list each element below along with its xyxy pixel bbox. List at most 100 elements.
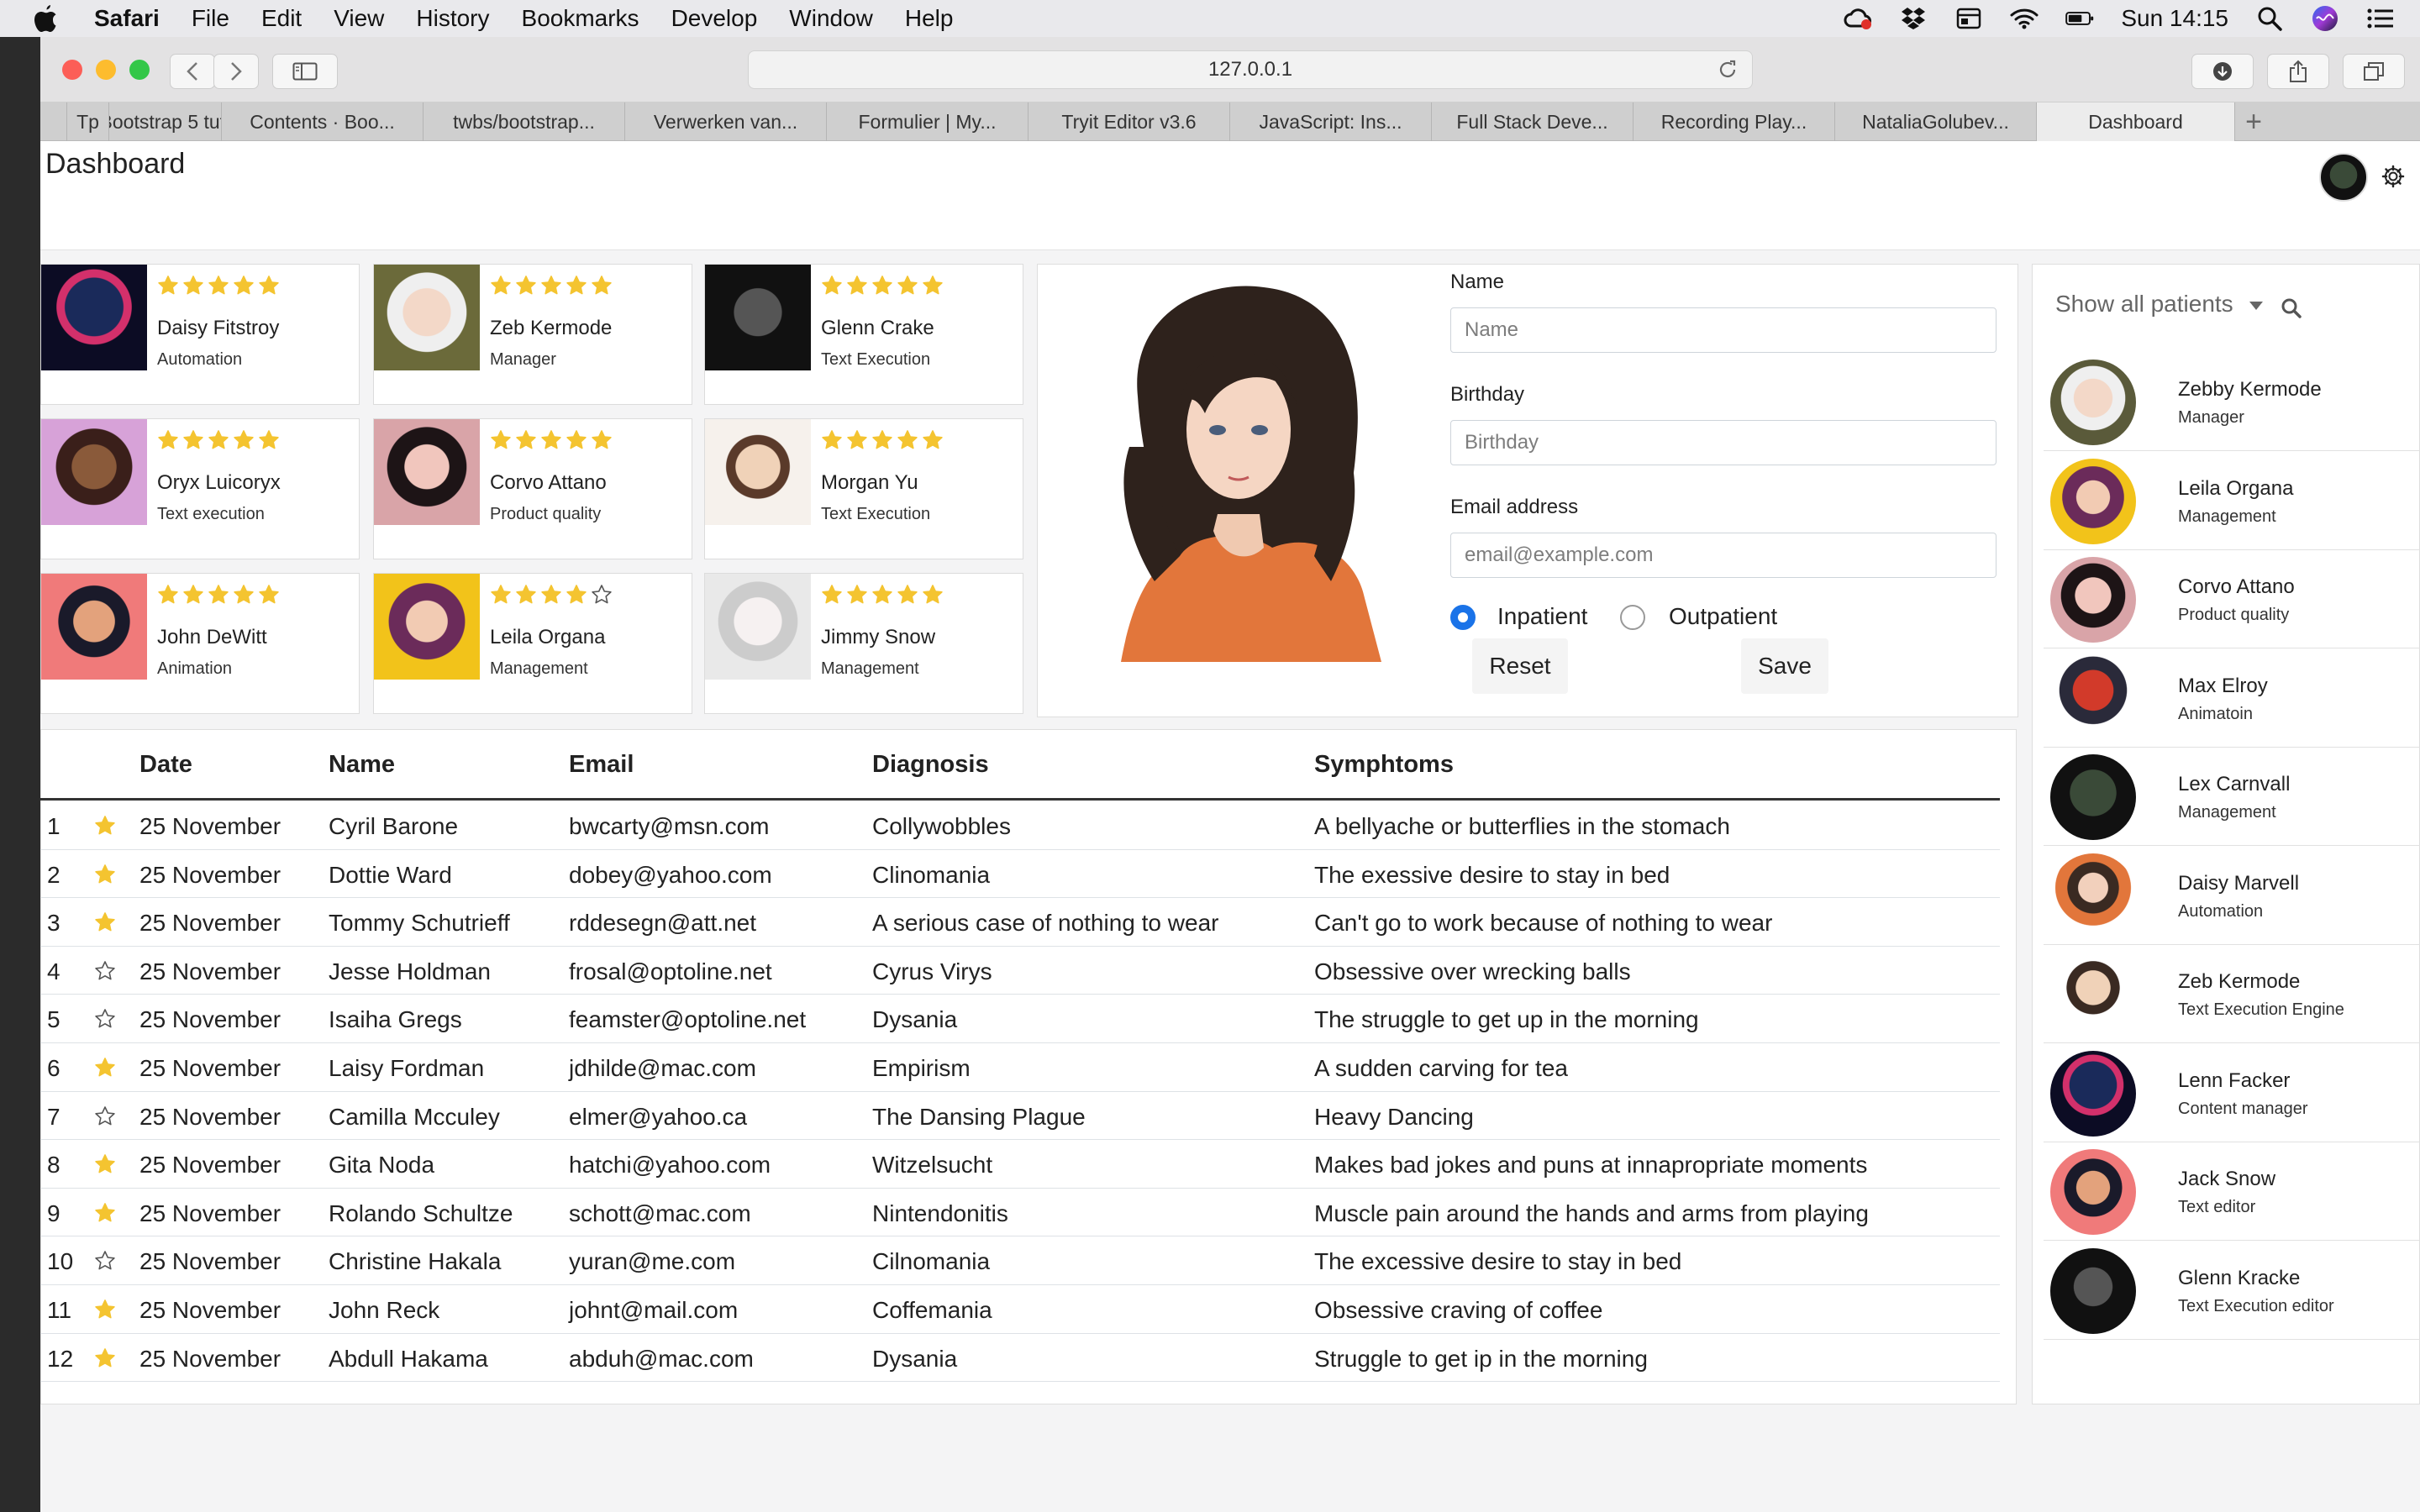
favorite-toggle[interactable]: [94, 1347, 116, 1375]
patient-list-item[interactable]: Jack Snow Text editor: [2044, 1142, 2420, 1241]
tab-pinned[interactable]: [40, 102, 67, 141]
caret-down-icon[interactable]: [2249, 301, 2264, 311]
patient-list-item[interactable]: Daisy Marvell Automation: [2044, 847, 2420, 945]
table-row[interactable]: 1 25 November Cyril Barone bwcarty@msn.com C…: [40, 801, 2000, 850]
tab-tp[interactable]: Tp: [67, 102, 109, 141]
patient-list-item[interactable]: Lex Carnvall Management: [2044, 748, 2420, 846]
back-button[interactable]: [170, 54, 215, 89]
siri-icon[interactable]: [2311, 6, 2339, 31]
patient-list-item[interactable]: Zeb Kermode Text Execution Engine: [2044, 945, 2420, 1043]
search-icon[interactable]: [2255, 6, 2284, 31]
menu-develop[interactable]: Develop: [671, 5, 758, 32]
show-tabs-button[interactable]: [2343, 54, 2405, 89]
employee-card[interactable]: Zeb Kermode Manager: [373, 264, 692, 405]
table-row[interactable]: 12 25 November Abdull Hakama abduh@mac.com D…: [40, 1334, 2000, 1383]
user-avatar[interactable]: [2319, 153, 2368, 202]
menu-bookmarks[interactable]: Bookmarks: [522, 5, 639, 32]
close-window-button[interactable]: [62, 60, 82, 80]
outpatient-label[interactable]: Outpatient: [1669, 603, 1777, 630]
favorite-toggle[interactable]: [94, 960, 116, 988]
creative-cloud-icon[interactable]: [1844, 6, 1872, 31]
table-row[interactable]: 5 25 November Isaiha Gregs feamster@optolin…: [40, 995, 2000, 1043]
inpatient-label[interactable]: Inpatient: [1497, 603, 1587, 630]
menu-file[interactable]: File: [192, 5, 229, 32]
table-row[interactable]: 6 25 November Laisy Fordman jdhilde@mac.com…: [40, 1043, 2000, 1092]
tab-twbs-bootstrap[interactable]: twbs/bootstrap...: [424, 102, 625, 141]
dropbox-icon[interactable]: [1899, 6, 1928, 31]
employee-card[interactable]: Leila Organa Management: [373, 573, 692, 714]
menu-edit[interactable]: Edit: [261, 5, 302, 32]
search-icon[interactable]: [2281, 297, 2302, 319]
window-manager-icon[interactable]: [1954, 6, 1983, 31]
tab-tryit-editor[interactable]: Tryit Editor v3.6: [1028, 102, 1230, 141]
favorite-toggle[interactable]: [94, 1153, 116, 1181]
patient-list-item[interactable]: Glenn Kracke Text Execution editor: [2044, 1242, 2420, 1340]
menu-list-icon[interactable]: [2366, 6, 2395, 31]
birthday-input[interactable]: [1450, 420, 1996, 465]
table-row[interactable]: 10 25 November Christine Hakala yuran@me.co…: [40, 1236, 2000, 1285]
menu-app-safari[interactable]: Safari: [94, 5, 160, 32]
tab-javascript-ins[interactable]: JavaScript: Ins...: [1230, 102, 1432, 141]
sidebar-toggle-button[interactable]: [272, 54, 338, 89]
clock[interactable]: Sun 14:15: [2121, 5, 2228, 32]
tab-recording-play[interactable]: Recording Play...: [1634, 102, 1835, 141]
table-row[interactable]: 7 25 November Camilla Mcculey elmer@yahoo.c…: [40, 1092, 2000, 1141]
patient-list-item[interactable]: Zebby Kermode Manager: [2044, 353, 2420, 451]
employee-card[interactable]: John DeWitt Animation: [40, 573, 360, 714]
favorite-toggle[interactable]: [94, 1299, 116, 1326]
email-input[interactable]: [1450, 533, 1996, 578]
show-all-patients-dropdown[interactable]: Show all patients: [2055, 291, 2233, 318]
table-row[interactable]: 3 25 November Tommy Schutrieff rddesegn@att…: [40, 898, 2000, 947]
favorite-toggle[interactable]: [94, 815, 116, 843]
tab-bootstrap-tut[interactable]: Bootstrap 5 tut.: [109, 102, 222, 141]
patient-list-item[interactable]: Leila Organa Management: [2044, 452, 2420, 550]
employee-card[interactable]: Morgan Yu Text Execution: [704, 418, 1023, 559]
menu-view[interactable]: View: [334, 5, 384, 32]
favorite-toggle[interactable]: [94, 1057, 116, 1084]
patient-list-item[interactable]: Max Elroy Animatoin: [2044, 649, 2420, 748]
favorite-toggle[interactable]: [94, 864, 116, 891]
downloads-button[interactable]: [2191, 54, 2254, 89]
employee-card[interactable]: Glenn Crake Text Execution: [704, 264, 1023, 405]
tab-nataliagolubev[interactable]: NataliaGolubev...: [1835, 102, 2037, 141]
forward-button[interactable]: [213, 54, 259, 89]
share-button[interactable]: [2267, 54, 2329, 89]
minimize-window-button[interactable]: [96, 60, 116, 80]
gear-icon[interactable]: [2381, 165, 2405, 188]
patient-list-item[interactable]: Corvo Attano Product quality: [2044, 550, 2420, 648]
new-tab-button[interactable]: +: [2235, 102, 2272, 141]
favorite-toggle[interactable]: [94, 1202, 116, 1230]
favorite-toggle[interactable]: [94, 1105, 116, 1133]
wifi-icon[interactable]: [2010, 6, 2039, 31]
employee-card[interactable]: Daisy Fitstroy Automation: [40, 264, 360, 405]
employee-card[interactable]: Corvo Attano Product quality: [373, 418, 692, 559]
employee-card[interactable]: Jimmy Snow Management: [704, 573, 1023, 714]
table-row[interactable]: 8 25 November Gita Noda hatchi@yahoo.com Wit…: [40, 1140, 2000, 1189]
table-row[interactable]: 4 25 November Jesse Holdman frosal@optoline…: [40, 947, 2000, 995]
name-input[interactable]: [1450, 307, 1996, 353]
battery-icon[interactable]: [2065, 6, 2094, 31]
tab-dashboard[interactable]: Dashboard: [2037, 102, 2235, 141]
menu-history[interactable]: History: [416, 5, 489, 32]
save-button[interactable]: Save: [1741, 638, 1828, 694]
inpatient-radio[interactable]: [1450, 605, 1476, 630]
favorite-toggle[interactable]: [94, 911, 116, 939]
address-bar[interactable]: 127.0.0.1: [748, 50, 1753, 89]
tab-full-stack[interactable]: Full Stack Deve...: [1432, 102, 1634, 141]
apple-icon[interactable]: [34, 5, 62, 32]
tab-contents-boo[interactable]: Contents · Boo...: [222, 102, 424, 141]
tab-formulier[interactable]: Formulier | My...: [827, 102, 1028, 141]
table-row[interactable]: 11 25 November John Reck johnt@mail.com Coff…: [40, 1285, 2000, 1334]
tab-verwerken[interactable]: Verwerken van...: [625, 102, 827, 141]
favorite-toggle[interactable]: [94, 1250, 116, 1278]
employee-card[interactable]: Oryx Luicoryx Text execution: [40, 418, 360, 559]
menu-window[interactable]: Window: [789, 5, 873, 32]
zoom-window-button[interactable]: [129, 60, 150, 80]
table-row[interactable]: 2 25 November Dottie Ward dobey@yahoo.com Cl…: [40, 850, 2000, 899]
menu-help[interactable]: Help: [905, 5, 954, 32]
favorite-toggle[interactable]: [94, 1008, 116, 1036]
reset-button[interactable]: Reset: [1472, 638, 1568, 694]
reload-icon[interactable]: [1717, 59, 1739, 81]
outpatient-radio[interactable]: [1620, 605, 1645, 630]
patient-list-item[interactable]: Lenn Facker Content manager: [2044, 1044, 2420, 1142]
